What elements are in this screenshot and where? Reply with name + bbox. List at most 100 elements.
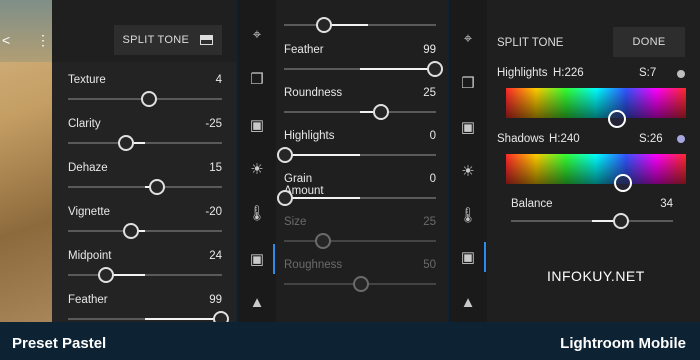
slider-knob[interactable] bbox=[213, 311, 229, 322]
photo-preview: < ⋮ bbox=[0, 0, 52, 322]
shadows-color-picker[interactable] bbox=[506, 154, 686, 192]
slider-track[interactable] bbox=[68, 179, 222, 195]
middle-screen: Feather 99 Roundness 25 Highlights 0 Grain Amo… bbox=[276, 0, 448, 322]
slider-fill bbox=[284, 197, 360, 199]
color-temperature-icon[interactable]: 🌡 bbox=[238, 204, 276, 222]
slider-fill bbox=[284, 154, 360, 156]
slider-value: 99 bbox=[423, 44, 436, 56]
slider-knob[interactable] bbox=[427, 61, 443, 77]
slider-track[interactable] bbox=[284, 61, 443, 77]
color-temperature-icon[interactable]: 🌡 bbox=[449, 206, 487, 224]
slider-label: Clarity bbox=[68, 118, 101, 130]
highlights-label: Highlights bbox=[497, 67, 548, 79]
slider-value: 24 bbox=[209, 250, 222, 262]
slider-track[interactable] bbox=[277, 147, 436, 163]
slider-value: 4 bbox=[215, 74, 222, 86]
shadows-color-dot bbox=[677, 135, 685, 143]
slider-knob[interactable] bbox=[277, 147, 293, 163]
balance-label: Balance bbox=[511, 198, 553, 210]
slider-track bbox=[284, 233, 436, 249]
slider-label: Vignette bbox=[68, 206, 110, 218]
done-button[interactable]: DONE bbox=[613, 27, 685, 57]
slider-label: Feather bbox=[284, 44, 324, 56]
slider-track[interactable] bbox=[68, 91, 222, 107]
vignette-icon[interactable]: ▣ bbox=[449, 248, 487, 266]
more-options-icon[interactable]: ⋮ bbox=[36, 32, 50, 49]
balance-value: 34 bbox=[660, 198, 673, 210]
shadows-saturation: S:26 bbox=[639, 133, 663, 145]
selected-tool-indicator bbox=[484, 242, 486, 272]
slider-track[interactable] bbox=[68, 311, 229, 322]
left-slider-panel: Texture 4 Clarity -25 Dehaze 15 Vignette -20 Mid… bbox=[52, 62, 236, 322]
partial-slider-track[interactable] bbox=[284, 17, 436, 33]
left-screen: < ⋮ SPLIT TONE Texture 4 Clarity -25 Dehaze 1… bbox=[0, 0, 236, 322]
highlights-hue: H:226 bbox=[553, 67, 584, 79]
slider-track[interactable] bbox=[277, 190, 436, 206]
slider-label: Roughness bbox=[284, 259, 343, 271]
slider-knob[interactable] bbox=[277, 190, 293, 206]
tool-rail-left: ⌖ ❒ ▣ ☀ 🌡 ▣ ▲ bbox=[238, 0, 276, 322]
vignette-icon[interactable]: ▣ bbox=[238, 250, 276, 268]
highlights-saturation: S:7 bbox=[639, 67, 657, 79]
slider-label: Highlights bbox=[284, 130, 335, 142]
slider-track bbox=[284, 276, 436, 292]
share-icon[interactable]: < bbox=[2, 32, 10, 48]
slider-value: 15 bbox=[209, 162, 222, 174]
slider-value: -20 bbox=[205, 206, 222, 218]
slider-value: 0 bbox=[429, 173, 436, 185]
slider-track[interactable] bbox=[284, 104, 436, 120]
shadows-label: Shadows bbox=[497, 133, 545, 145]
slider-knob bbox=[353, 276, 369, 292]
watermark-text: INFOKUY.NET bbox=[547, 268, 645, 284]
slider-knob[interactable] bbox=[118, 135, 134, 151]
balance-slider[interactable] bbox=[511, 213, 673, 229]
slider-knob bbox=[315, 233, 331, 249]
slider-value: 25 bbox=[423, 87, 436, 99]
presets-icon[interactable]: ❒ bbox=[449, 74, 487, 92]
slider-fill bbox=[360, 68, 434, 70]
slider-value: 25 bbox=[423, 216, 436, 228]
selected-tool-indicator bbox=[273, 244, 275, 274]
slider-label: Texture bbox=[68, 74, 106, 86]
slider-value: -25 bbox=[205, 118, 222, 130]
panel-title: SPLIT TONE bbox=[497, 37, 564, 49]
light-icon[interactable]: ☀ bbox=[238, 160, 276, 178]
split-tone-button[interactable]: SPLIT TONE bbox=[114, 25, 222, 55]
footer-right-text: Lightroom Mobile bbox=[560, 335, 686, 352]
auto-enhance-icon[interactable]: ▣ bbox=[449, 118, 487, 136]
slider-value: 99 bbox=[209, 294, 222, 306]
auto-enhance-icon[interactable]: ▣ bbox=[238, 116, 276, 134]
shadows-picker-knob[interactable] bbox=[614, 174, 632, 192]
slider-label: Feather bbox=[68, 294, 108, 306]
highlights-picker-knob[interactable] bbox=[608, 110, 626, 128]
slider-label: Dehaze bbox=[68, 162, 108, 174]
slider-knob[interactable] bbox=[373, 104, 389, 120]
slider-label: Midpoint bbox=[68, 250, 112, 262]
slider-knob[interactable] bbox=[149, 179, 165, 195]
presets-icon[interactable]: ❒ bbox=[238, 70, 276, 88]
slider-track[interactable] bbox=[68, 135, 222, 151]
slider-value: 0 bbox=[429, 130, 436, 142]
footer-left-text: Preset Pastel bbox=[12, 335, 107, 352]
detail-icon[interactable]: ▲ bbox=[238, 294, 276, 311]
detail-icon[interactable]: ▲ bbox=[449, 294, 487, 311]
slider-knob[interactable] bbox=[123, 223, 139, 239]
highlights-color-dot bbox=[677, 70, 685, 78]
slider-label: Size bbox=[284, 216, 307, 228]
slider-knob[interactable] bbox=[141, 91, 157, 107]
crop-icon[interactable]: ⌖ bbox=[449, 30, 487, 47]
crop-icon[interactable]: ⌖ bbox=[238, 26, 276, 43]
tool-rail-right: ⌖ ❒ ▣ ☀ 🌡 ▣ ▲ bbox=[449, 0, 487, 322]
slider-fill bbox=[145, 318, 220, 320]
slider-track[interactable] bbox=[68, 267, 222, 283]
highlights-color-picker[interactable] bbox=[506, 88, 686, 128]
slider-value: 50 bbox=[423, 259, 436, 271]
light-icon[interactable]: ☀ bbox=[449, 162, 487, 180]
slider-track[interactable] bbox=[68, 223, 222, 239]
split-tone-label: SPLIT TONE bbox=[122, 34, 190, 46]
shadows-hue: H:240 bbox=[549, 133, 580, 145]
slider-label: Roundness bbox=[284, 87, 343, 99]
slider-knob[interactable] bbox=[98, 267, 114, 283]
balance-knob[interactable] bbox=[613, 213, 629, 229]
split-tone-icon bbox=[200, 35, 214, 46]
